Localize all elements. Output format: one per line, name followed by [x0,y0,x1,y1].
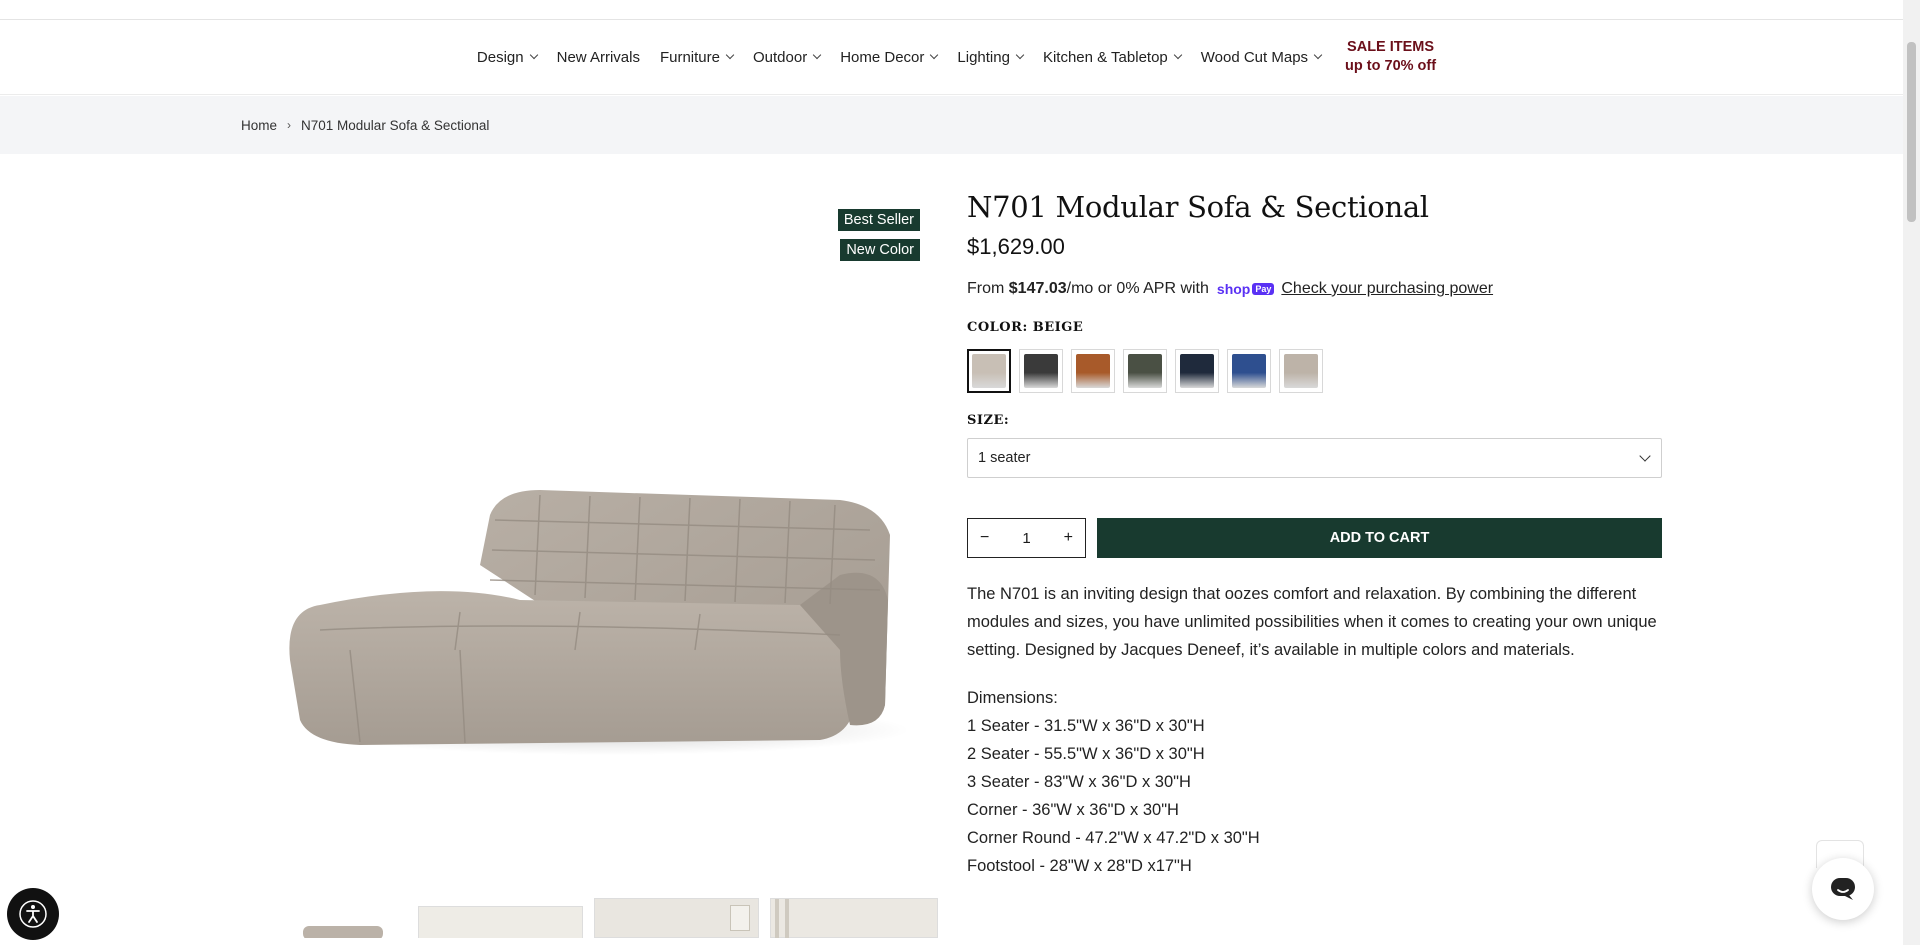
nav-item-label: Kitchen & Tabletop [1042,48,1168,66]
gallery-thumbnails [280,898,940,938]
accessibility-icon [19,900,47,928]
dimension-line: 1 Seater - 31.5"W x 36"D x 30"H [967,717,1205,735]
qty-input[interactable]: 1 [1022,530,1030,547]
nav-item-label: Lighting [957,48,1010,66]
breadcrumb-home[interactable]: Home [241,118,277,133]
product-dimensions: Dimensions: 1 Seater - 31.5"W x 36"D x 30… [967,684,1662,880]
product-gallery: Best Seller New Color [280,190,940,938]
shop-pay-text: shop [1216,281,1251,297]
breadcrumb: Home › N701 Modular Sofa & Sectional [0,96,1903,154]
top-strip [0,0,1903,20]
product-description: The N701 is an inviting design that ooze… [967,585,1657,659]
chevron-down-icon [1639,449,1651,462]
swatch-fill [1076,354,1110,388]
nav-items: Design New Arrivals Furniture Outdoor Home D… [467,49,1331,66]
dimension-line: Footstool - 28"W x 28"D x17"H [967,857,1192,875]
nav-item-label: Home Decor [840,48,925,66]
swatch-fill [972,354,1006,388]
size-label: SIZE: [967,413,1010,428]
nav-item-lighting[interactable]: Lighting [947,49,1033,66]
color-swatch-charcoal[interactable] [1019,349,1063,393]
swatch-fill [1284,354,1318,388]
nav-item-kitchen-tabletop[interactable]: Kitchen & Tabletop [1033,49,1191,66]
color-swatch-sand[interactable] [1279,349,1323,393]
product-title: N701 Modular Sofa & Sectional [967,190,1429,224]
chevron-down-icon [529,50,538,60]
color-swatch-blue[interactable] [1227,349,1271,393]
nav-item-label: Wood Cut Maps [1200,48,1309,66]
color-swatch-cognac[interactable] [1071,349,1115,393]
thumbnail-1[interactable] [295,898,390,938]
page-scrollbar[interactable] [1903,0,1920,945]
finance-from: From [967,280,1005,297]
dimension-line: 3 Seater - 83"W x 36"D x 30"H [967,773,1191,791]
swatch-fill [1128,354,1162,388]
swatch-fill [1024,354,1058,388]
thumbnail-4[interactable] [770,898,938,938]
dimension-line: Corner Round - 47.2"W x 47.2"D x 30"H [967,829,1260,847]
dimension-line: Corner - 36"W x 36"D x 30"H [967,801,1179,819]
breadcrumb-separator: › [287,118,292,132]
sale-line1: SALE ITEMS [1347,39,1435,55]
color-swatch-beige[interactable] [967,349,1011,393]
breadcrumb-current: N701 Modular Sofa & Sectional [301,117,490,133]
nav-item-design[interactable]: Design [467,49,547,66]
add-to-cart-row: − 1 + ADD TO CART [967,518,1662,558]
chevron-down-icon [725,50,735,60]
swatch-fill [1232,354,1266,388]
best-seller-badge: Best Seller [837,209,920,231]
nav-item-new-arrivals[interactable]: New Arrivals [547,49,650,66]
main-navigation: Design New Arrivals Furniture Outdoor Home D… [0,20,1903,95]
color-swatch-navy[interactable] [1175,349,1219,393]
nav-item-home-decor[interactable]: Home Decor [830,49,947,66]
color-swatches [967,349,1662,393]
quantity-stepper: − 1 + [967,518,1086,558]
dimension-line: 2 Seater - 55.5"W x 36"D x 30"H [967,745,1205,763]
qty-minus-button[interactable]: − [980,529,989,547]
nav-item-label: Outdoor [753,48,808,66]
swatch-fill [1180,354,1214,388]
color-swatch-olive[interactable] [1123,349,1167,393]
nav-item-furniture[interactable]: Furniture [650,49,743,66]
product-main-image[interactable] [280,350,920,770]
finance-rest: /mo or 0% APR with [1066,280,1209,297]
product-info: N701 Modular Sofa & Sectional $1,629.00 … [967,190,1662,880]
size-select[interactable]: 1 seater [967,438,1662,478]
nav-item-label: New Arrivals [556,48,640,66]
sale-line2: up to 70% off [1345,58,1437,74]
chevron-down-icon [812,50,822,60]
accessibility-button[interactable] [7,888,59,940]
shop-pay-badge: Pay [1252,283,1275,295]
nav-item-label: Furniture [659,48,720,66]
add-to-cart-button[interactable]: ADD TO CART [1097,518,1662,558]
qty-plus-button[interactable]: + [1064,529,1073,547]
thumbnail-3[interactable] [594,898,759,938]
chat-icon [1831,878,1855,900]
new-color-badge: New Color [840,239,920,261]
sofa-image [289,490,910,755]
chevron-down-icon [1015,50,1025,60]
finance-amount: $147.03 [1008,280,1067,297]
chevron-down-icon [1173,50,1183,60]
color-label: COLOR: BEIGE [967,320,1084,335]
nav-item-outdoor[interactable]: Outdoor [743,49,830,66]
chat-button[interactable] [1812,858,1874,920]
product-price: $1,629.00 [967,234,1065,259]
nav-item-label: Design [476,48,524,66]
thumbnail-2[interactable] [418,906,583,938]
check-purchasing-power-link[interactable]: Check your purchasing power [1281,280,1493,298]
scrollbar-thumb[interactable] [1907,42,1916,222]
sale-items-link[interactable]: SALE ITEMS up to 70% off [1331,38,1436,76]
financing-info: From $147.03/mo or 0% APR with shop Pay C… [967,280,1662,298]
shop-pay-logo: shop Pay [1216,281,1275,297]
chevron-down-icon [930,50,939,60]
size-selected-value: 1 seater [978,450,1031,466]
dimensions-heading: Dimensions: [967,689,1058,707]
nav-item-wood-cut-maps[interactable]: Wood Cut Maps [1191,49,1331,66]
chevron-down-icon [1313,50,1323,60]
